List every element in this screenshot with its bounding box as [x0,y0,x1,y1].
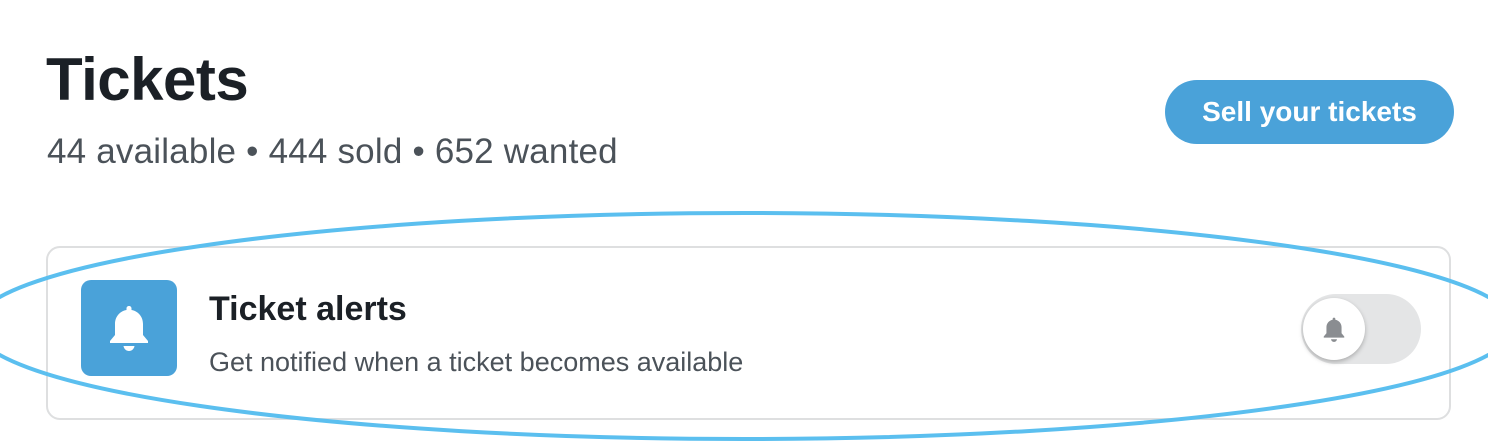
alert-icon-container [81,280,177,376]
page-title: Tickets [46,46,249,113]
toggle-knob[interactable] [1303,298,1365,360]
bell-icon [110,306,148,351]
stats-separator: • [412,132,425,171]
wanted-count: 652 wanted [434,132,618,171]
ticket-alerts-card: Ticket alerts Get notified when a ticket… [46,246,1451,420]
sold-count: 444 sold [268,132,403,171]
sell-tickets-button[interactable]: Sell your tickets [1165,80,1454,144]
ticket-stats: 44 available • 444 sold • 652 wanted [47,130,618,174]
bell-icon [1323,317,1345,342]
ticket-alerts-toggle[interactable] [1301,294,1421,364]
stats-separator: • [246,132,259,171]
alert-description: Get notified when a ticket becomes avail… [209,347,744,377]
available-count: 44 available [47,132,237,171]
alert-title: Ticket alerts [209,290,407,328]
